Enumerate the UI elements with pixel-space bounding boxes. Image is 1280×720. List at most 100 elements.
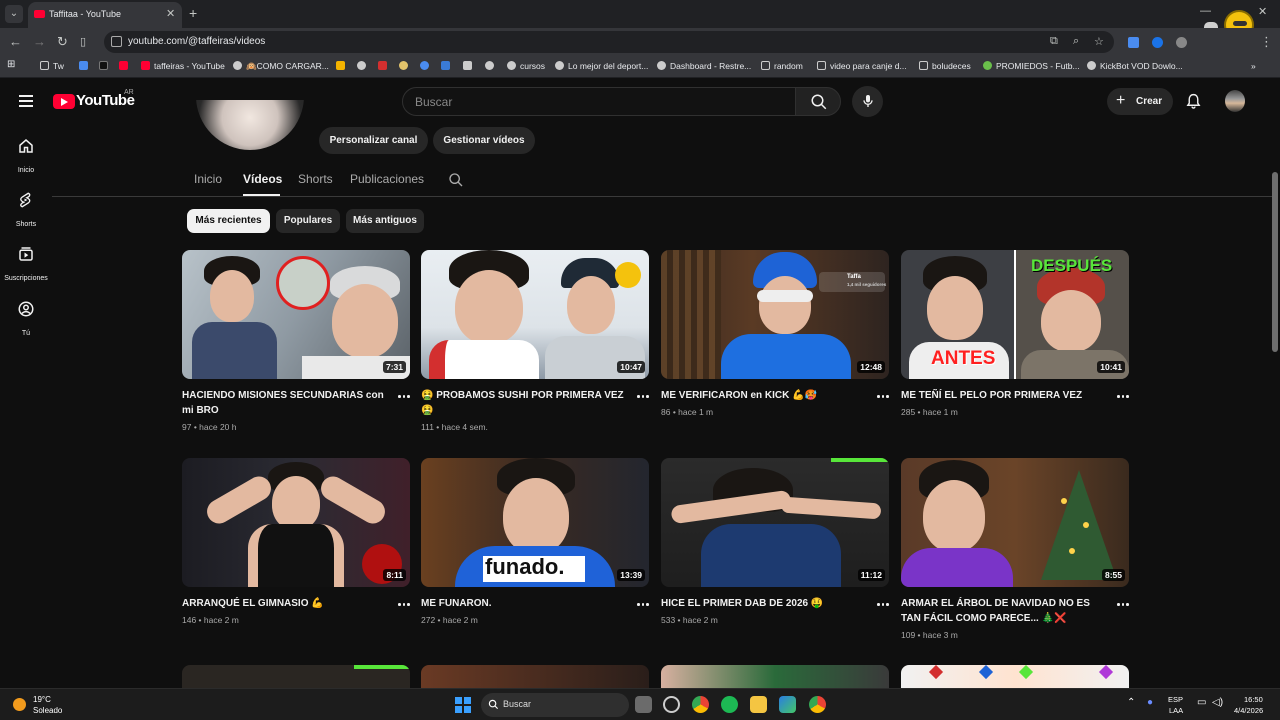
customize-channel-button[interactable]: Personalizar canal [319, 127, 428, 154]
video-more-options-icon[interactable] [637, 390, 649, 402]
bookmark-item[interactable] [441, 61, 454, 71]
bookmark-item[interactable] [119, 61, 132, 71]
video-title[interactable]: ME FUNARON. [421, 596, 629, 611]
clock-time[interactable]: 16:50 [1244, 695, 1263, 704]
back-button[interactable]: ← [9, 34, 22, 49]
weather-temperature[interactable]: 19°C [33, 695, 51, 704]
zoom-icon[interactable]: ⌕ [1073, 35, 1079, 48]
account-avatar[interactable] [1225, 90, 1245, 112]
tray-app-icon[interactable]: ● [1147, 697, 1153, 708]
tray-overflow-chevron-icon[interactable]: ⌃ [1127, 697, 1135, 708]
video-thumbnail[interactable] [421, 665, 649, 688]
copilot-icon[interactable] [663, 696, 680, 713]
microsoft-store-icon[interactable] [779, 696, 796, 713]
video-card[interactable]: funado. 13:39 ME FUNARON. 272 • hace 2 m [421, 458, 649, 648]
search-input[interactable]: Buscar [402, 87, 796, 116]
video-more-options-icon[interactable] [877, 598, 889, 610]
youtube-logo-icon[interactable] [53, 94, 75, 109]
file-explorer-icon[interactable] [750, 696, 767, 713]
chrome-icon[interactable] [692, 696, 709, 713]
bookmark-item[interactable]: PROMIEDOS - Futb... [983, 61, 1080, 71]
video-card[interactable]: 10:47 🤮 PROBAMOS SUSHI POR PRIMERA VEZ 🤮… [421, 250, 649, 440]
guide-item-home[interactable]: Inicio [0, 137, 52, 177]
video-thumbnail[interactable]: DESPUÉS ANTES 10:41 [901, 250, 1129, 379]
tab-search-menu-button[interactable]: ⌄ [5, 5, 23, 23]
bookmark-star-icon[interactable]: ☆ [1094, 35, 1104, 48]
video-more-options-icon[interactable] [398, 390, 410, 402]
video-thumbnail[interactable]: 8:11 [182, 458, 410, 587]
minimize-window-button[interactable]: — [1200, 5, 1211, 17]
windows-start-button[interactable] [455, 697, 471, 713]
video-thumbnail[interactable] [182, 665, 410, 688]
extension-icon[interactable] [1176, 37, 1187, 48]
channel-search-icon[interactable] [448, 172, 464, 188]
close-window-button[interactable]: ✕ [1258, 5, 1267, 18]
more-bookmarks-button[interactable]: » [1251, 61, 1256, 71]
video-more-options-icon[interactable] [1117, 390, 1129, 402]
video-thumbnail[interactable] [901, 665, 1129, 688]
bookmark-item[interactable]: Tw [40, 61, 64, 71]
tab-close-icon[interactable]: ✕ [166, 7, 175, 20]
video-title[interactable]: ARRANQUÉ EL GIMNASIO 💪 [182, 596, 390, 611]
browser-menu-button[interactable]: ⋮ [1260, 34, 1273, 50]
taskbar-search-box[interactable]: Buscar [481, 693, 629, 717]
tab-home[interactable]: Inicio [194, 172, 222, 186]
task-view-icon[interactable] [635, 696, 652, 713]
bookmark-item[interactable] [420, 61, 433, 71]
video-title[interactable]: ME VERIFICARON en KICK 💪🥵 [661, 388, 869, 403]
video-thumbnail[interactable] [661, 665, 889, 688]
create-button[interactable]: + Crear [1107, 88, 1173, 115]
browser-tab-active[interactable]: Taffitaa - YouTube ✕ [28, 2, 182, 28]
bookmark-item[interactable] [399, 61, 412, 71]
apps-grid-icon[interactable]: ⊞ [7, 59, 15, 70]
channel-avatar[interactable] [196, 100, 304, 150]
video-title[interactable]: HACIENDO MISIONES SECUNDARIAS con mi BRO [182, 388, 390, 418]
extension-icon[interactable] [1152, 37, 1163, 48]
video-card[interactable]: 8:55 ARMAR EL ÁRBOL DE NAVIDAD NO ES TAN… [901, 458, 1129, 648]
install-app-icon[interactable]: ⧉ [1050, 35, 1058, 48]
guide-item-shorts[interactable]: Shorts [0, 191, 52, 231]
video-card[interactable]: 7:31 HACIENDO MISIONES SECUNDARIAS con m… [182, 250, 410, 440]
notifications-bell-icon[interactable] [1185, 92, 1202, 110]
bookmark-item[interactable] [99, 61, 112, 71]
video-thumbnail[interactable]: 11:12 [661, 458, 889, 587]
bookmark-item[interactable]: 🙉COMO CARGAR... [233, 61, 329, 72]
voice-search-button[interactable] [852, 86, 883, 117]
video-thumbnail[interactable]: 8:55 [901, 458, 1129, 587]
bookmark-item[interactable]: Dashboard - Restre... [657, 61, 751, 71]
forward-button[interactable]: → [33, 34, 46, 49]
input-language-variant[interactable]: LAA [1169, 706, 1183, 715]
chip-popular[interactable]: Populares [276, 209, 340, 233]
video-title[interactable]: HICE EL PRIMER DAB DE 2026 🤑 [661, 596, 869, 611]
address-bar[interactable]: youtube.com/@taffeiras/videos ⧉ ⌕ ☆ [104, 31, 1114, 53]
guide-item-you[interactable]: Tú [0, 300, 52, 340]
bookmark-item[interactable]: video para canje d... [817, 61, 907, 71]
video-thumbnail[interactable]: funado. 13:39 [421, 458, 649, 587]
guide-menu-button[interactable] [19, 95, 33, 107]
split-view-icon[interactable]: ▯ [80, 35, 86, 48]
video-thumbnail[interactable]: Taffa 1,4 mil seguidores 12:48 [661, 250, 889, 379]
site-info-icon[interactable] [111, 36, 122, 47]
bookmark-item[interactable]: taffeiras - YouTube [141, 61, 225, 71]
video-thumbnail[interactable]: 7:31 [182, 250, 410, 379]
bookmark-item[interactable] [463, 61, 476, 71]
translate-extension-icon[interactable] [1128, 37, 1139, 48]
network-icon[interactable]: ▭ [1197, 697, 1206, 708]
video-card[interactable]: 11:12 HICE EL PRIMER DAB DE 2026 🤑 533 •… [661, 458, 889, 648]
sun-icon[interactable] [13, 698, 26, 711]
bookmark-item[interactable] [378, 61, 391, 71]
video-more-options-icon[interactable] [877, 390, 889, 402]
spotify-icon[interactable] [721, 696, 738, 713]
video-more-options-icon[interactable] [1117, 598, 1129, 610]
bookmark-item[interactable] [485, 61, 498, 71]
video-thumbnail[interactable]: 10:47 [421, 250, 649, 379]
weather-description[interactable]: Soleado [33, 706, 62, 715]
bookmark-item[interactable] [357, 61, 370, 71]
chip-oldest[interactable]: Más antiguos [346, 209, 424, 233]
video-more-options-icon[interactable] [637, 598, 649, 610]
video-more-options-icon[interactable] [398, 598, 410, 610]
input-language[interactable]: ESP [1168, 695, 1183, 704]
page-scrollbar[interactable] [1272, 172, 1278, 352]
chip-most-recent[interactable]: Más recientes [187, 209, 270, 233]
manage-videos-button[interactable]: Gestionar vídeos [433, 127, 535, 154]
